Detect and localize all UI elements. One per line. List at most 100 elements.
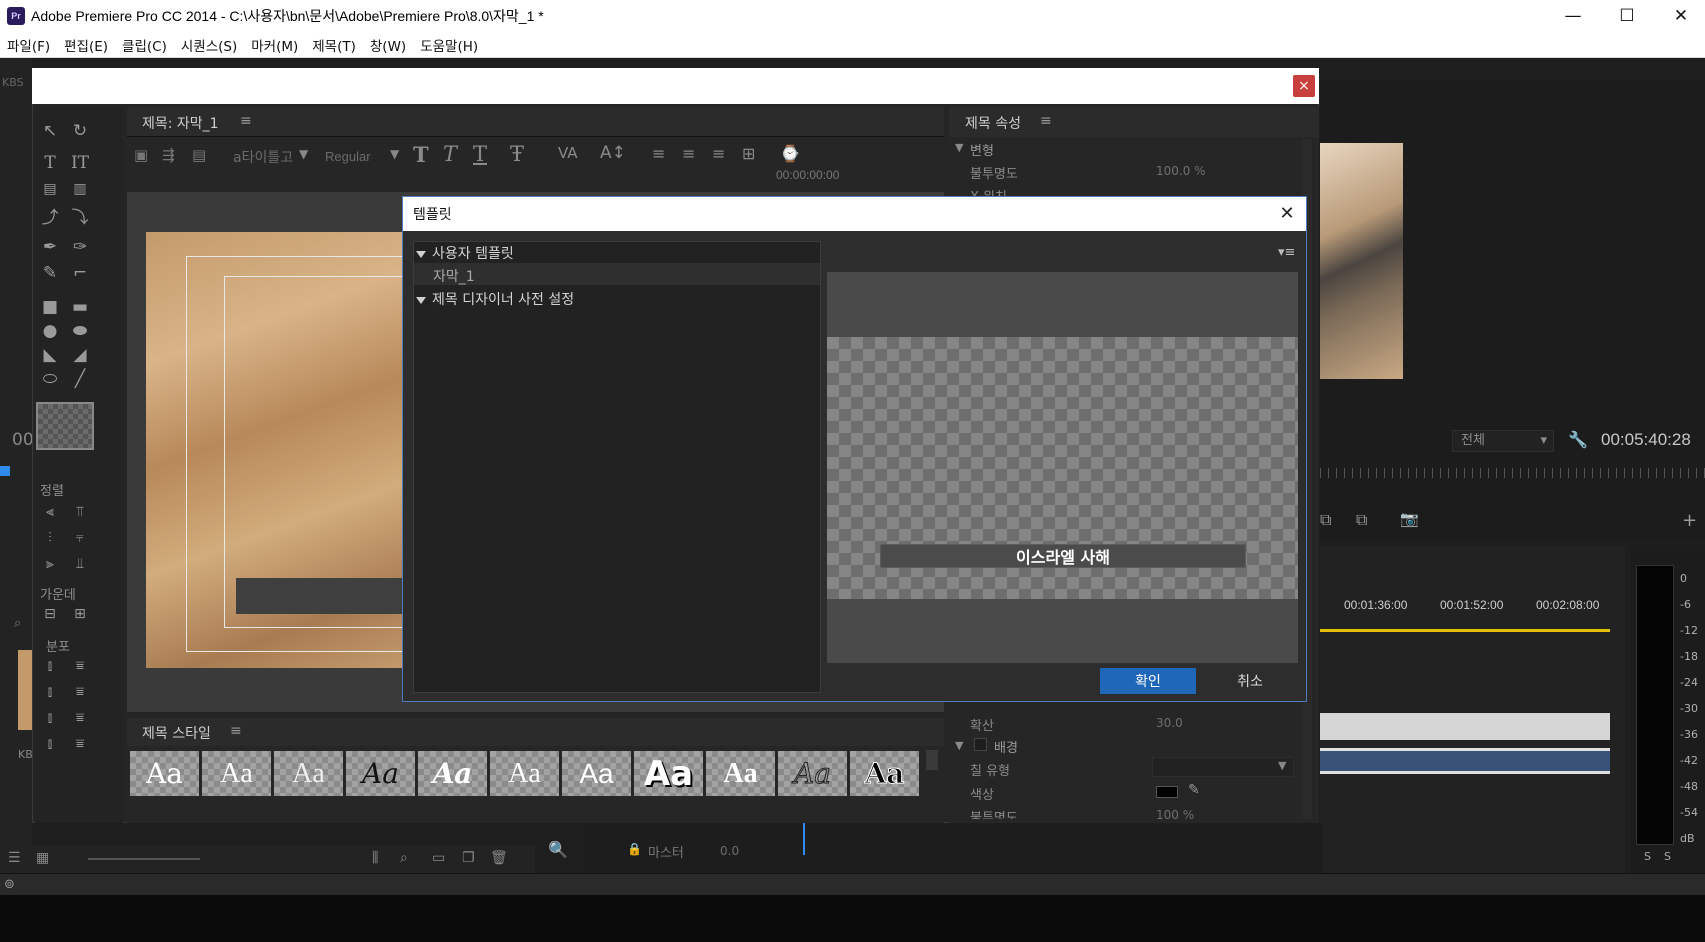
new-title-icon[interactable]: ▣ — [134, 146, 148, 164]
automate-icon[interactable]: ⫼ — [372, 850, 378, 866]
trash-icon[interactable]: 🗑 — [490, 850, 508, 866]
color-swatch[interactable] — [1156, 786, 1178, 798]
panel-menu-icon[interactable]: ≡ — [1040, 113, 1052, 129]
tab-title-styles[interactable]: 제목 스타일 — [142, 723, 211, 743]
roll-crawl-icon[interactable]: ⇶ — [162, 146, 175, 164]
style-swatch[interactable]: Aa — [274, 751, 343, 796]
center-v-icon[interactable]: ⊞ — [68, 604, 92, 624]
minimize-button[interactable]: — — [1546, 0, 1600, 32]
icon-view-icon[interactable]: ▦ — [36, 850, 49, 866]
menu-title[interactable]: 제목(T) — [305, 35, 363, 55]
font-family-select[interactable]: a타이틀고 — [233, 147, 293, 167]
style-swatch[interactable]: Aa — [778, 751, 847, 796]
lower-third-bar[interactable] — [236, 578, 406, 614]
rounded-rectangle-tool-icon[interactable]: ▬ — [68, 297, 92, 317]
style-swatch[interactable]: Aa — [562, 751, 631, 796]
rounded-corner-tool-icon[interactable]: ⬬ — [68, 321, 92, 341]
ok-button[interactable]: 확인 — [1100, 668, 1196, 694]
close-window-button[interactable]: ✕ — [1654, 0, 1705, 32]
template-dialog-close-button[interactable]: ✕ — [1274, 200, 1300, 226]
panel-menu-icon[interactable]: ≡ — [240, 113, 252, 129]
style-swatch[interactable]: Aa — [850, 751, 919, 796]
align-right-icon[interactable]: ⫸ — [38, 554, 62, 574]
tree-item-template[interactable]: 자막_1 — [433, 266, 475, 286]
tree-item-user-templates[interactable]: 사용자 템플릿 — [416, 243, 514, 263]
style-swatch[interactable]: Aa — [490, 751, 559, 796]
distribute-4-icon[interactable]: ⩸ — [68, 682, 92, 702]
distribute-3-icon[interactable]: ⫾ — [38, 682, 62, 702]
path-type-tool-icon[interactable]: ⤴ — [38, 205, 62, 228]
solo-button-left[interactable]: S — [1644, 850, 1651, 863]
center-h-icon[interactable]: ⊟ — [38, 604, 62, 624]
align-left-text-icon[interactable]: ≡ — [652, 144, 665, 163]
spread-value[interactable]: 30.0 — [1156, 716, 1183, 730]
distribute-8-icon[interactable]: ⩸ — [68, 734, 92, 754]
convert-anchor-tool-icon[interactable]: ⌐ — [68, 263, 92, 283]
new-item-icon[interactable]: ❐ — [462, 850, 475, 866]
template-menu-icon[interactable]: ▾≡ — [1278, 245, 1295, 260]
align-center-h-icon[interactable]: ⫶ — [38, 528, 62, 548]
add-anchor-tool-icon[interactable]: ✎ — [38, 263, 62, 283]
zoom-select[interactable]: 전체 ▾ — [1452, 430, 1554, 452]
maximize-button[interactable]: ☐ — [1600, 0, 1654, 32]
lock-icon[interactable]: 🔒 — [627, 842, 642, 856]
program-timecode[interactable]: 00:05:40:28 — [1601, 430, 1691, 450]
rotation-tool-icon[interactable]: ↻ — [68, 121, 92, 141]
audio-clip[interactable] — [1320, 748, 1610, 774]
font-size-icon[interactable]: Ŧ — [510, 142, 524, 166]
align-center-v-icon[interactable]: ⫧ — [68, 528, 92, 548]
zoom-search-icon[interactable]: 🔍 — [548, 840, 568, 859]
styles-scrollbar[interactable] — [926, 750, 938, 770]
style-swatch[interactable]: Aa — [706, 751, 775, 796]
playhead-marker-left[interactable] — [0, 466, 10, 476]
opacity2-value[interactable]: 100 % — [1156, 808, 1194, 820]
left-search-icon[interactable]: ⌕ — [14, 616, 21, 631]
wedge-tool-icon[interactable]: ◣ — [38, 345, 62, 365]
tab-title-properties[interactable]: 제목 속성 — [965, 113, 1021, 133]
clipped-rectangle-tool-icon[interactable]: ● — [38, 321, 62, 341]
list-view-icon[interactable]: ☰ — [8, 850, 21, 866]
add-button-icon[interactable]: + — [1682, 510, 1697, 531]
bold-icon[interactable]: T — [413, 142, 429, 167]
ellipse-tool-icon[interactable]: ⬭ — [38, 369, 62, 389]
menu-edit[interactable]: 편집(E) — [57, 35, 115, 55]
style-swatch[interactable]: Aa — [346, 751, 415, 796]
timeline-playhead[interactable] — [803, 823, 805, 855]
pen-tool-icon[interactable]: ✒ — [38, 237, 62, 257]
solo-button-right[interactable]: S — [1664, 850, 1671, 863]
align-center-text-icon[interactable]: ≡ — [682, 144, 695, 163]
find-icon[interactable]: ⌕ — [400, 850, 408, 866]
menu-clip[interactable]: 클립(C) — [115, 35, 174, 55]
arc-tool-icon[interactable]: ◢ — [68, 345, 92, 365]
align-left-icon[interactable]: ⫷ — [38, 502, 62, 522]
background-checkbox[interactable] — [974, 738, 987, 751]
area-type-tool-icon[interactable]: ▤ — [38, 179, 62, 199]
style-swatch[interactable]: Aa — [634, 751, 703, 796]
menu-marker[interactable]: 마커(M) — [244, 35, 305, 55]
opacity-value[interactable]: 100.0 % — [1156, 164, 1206, 178]
type-tool-icon[interactable]: T — [38, 153, 62, 173]
align-top-icon[interactable]: ⫪ — [68, 502, 92, 522]
align-right-text-icon[interactable]: ≡ — [712, 144, 725, 163]
menu-window[interactable]: 창(W) — [363, 35, 413, 55]
menu-file[interactable]: 파일(F) — [0, 35, 57, 55]
distribute-2-icon[interactable]: ⩸ — [68, 656, 92, 676]
tab-stops-icon[interactable]: ⊞ — [742, 144, 755, 163]
new-bin-icon[interactable]: ▭ — [432, 850, 445, 866]
chevron-down-icon[interactable]: ▼ — [955, 141, 963, 154]
fill-type-select[interactable] — [1152, 757, 1294, 777]
distribute-6-icon[interactable]: ⩸ — [68, 708, 92, 728]
title-designer-close-button[interactable]: × — [1293, 75, 1315, 97]
underline-icon[interactable]: T — [473, 142, 487, 166]
program-time-ruler[interactable] — [1320, 468, 1705, 478]
show-background-video-icon[interactable]: ⌚ — [780, 144, 800, 163]
style-swatch[interactable]: Aa — [418, 751, 487, 796]
video-clip[interactable] — [1320, 713, 1610, 740]
panel-menu-icon[interactable]: ≡ — [230, 723, 242, 739]
fill-swatch[interactable] — [36, 402, 94, 450]
transform-section[interactable]: 변형 — [970, 140, 994, 159]
menu-sequence[interactable]: 시퀀스(S) — [174, 35, 244, 55]
distribute-1-icon[interactable]: ⫾ — [38, 656, 62, 676]
vertical-path-type-tool-icon[interactable]: ⤵ — [68, 205, 92, 228]
font-style-select[interactable]: Regular — [325, 149, 371, 164]
